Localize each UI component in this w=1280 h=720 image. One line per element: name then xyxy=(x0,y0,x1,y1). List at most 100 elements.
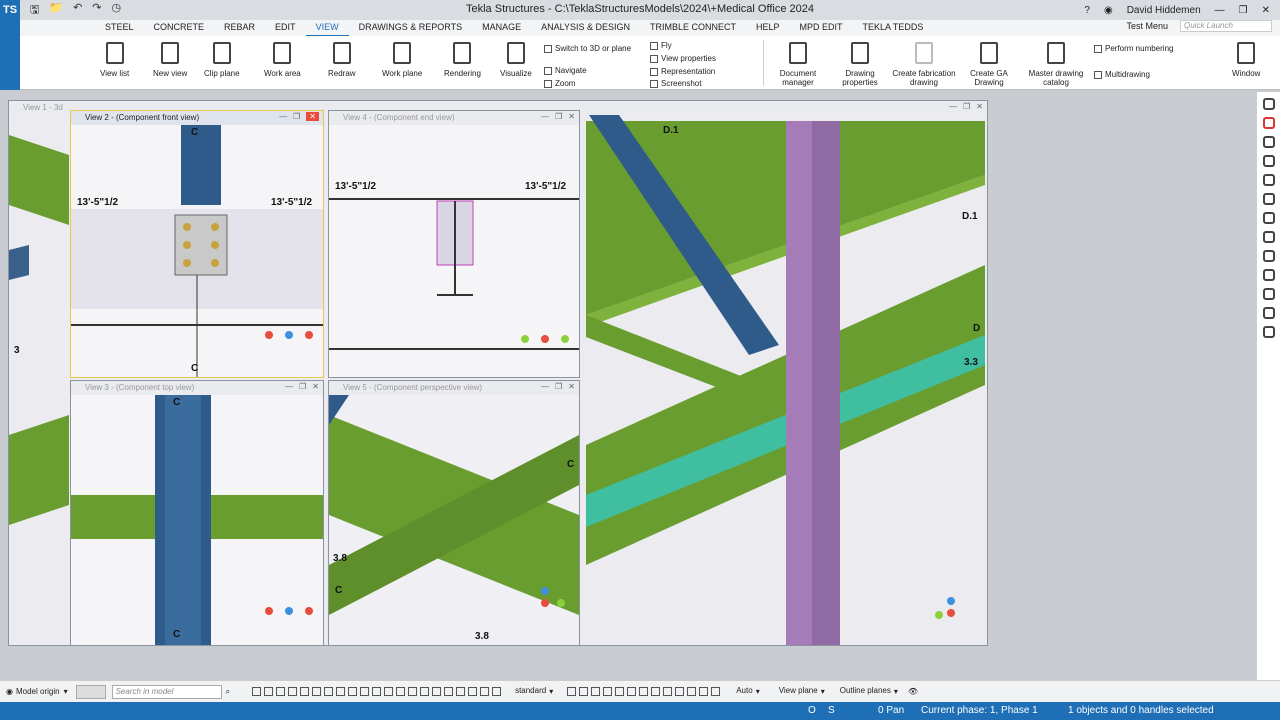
maximize-view-button[interactable]: ❐ xyxy=(555,382,562,391)
cloud-icon[interactable] xyxy=(1262,212,1275,224)
menu-item-trimble-connect[interactable]: TRIMBLE CONNECT xyxy=(640,19,746,37)
minimize-view-button[interactable]: — xyxy=(949,102,957,111)
menu-item-manage[interactable]: MANAGE xyxy=(472,19,531,37)
visualize-button[interactable]: Visualize xyxy=(500,42,532,78)
help-icon[interactable]: ? xyxy=(1084,5,1090,16)
menu-item-drawings-reports[interactable]: DRAWINGS & REPORTS xyxy=(349,19,473,37)
screenshot-button[interactable]: Screenshot xyxy=(650,79,701,88)
maximize-button[interactable]: ❐ xyxy=(1239,5,1248,16)
select-all-icon[interactable] xyxy=(264,687,274,696)
perform-numbering-button[interactable]: Perform numbering xyxy=(1094,44,1173,53)
select-assemblies-icon[interactable] xyxy=(408,687,418,696)
select-loads-icon[interactable] xyxy=(444,687,454,696)
select-surfaces-icon[interactable] xyxy=(288,687,298,696)
view-properties-button[interactable]: View properties xyxy=(650,54,716,63)
menu-item-mpd-edit[interactable]: MPD EDIT xyxy=(790,19,853,37)
open-icon[interactable]: 📁 xyxy=(49,1,63,20)
quick-launch-input[interactable]: Quick Launch xyxy=(1180,20,1272,32)
close-view-button[interactable]: ✕ xyxy=(306,112,319,121)
view-4-end[interactable]: View 4 - (Component end view) — ❐ ✕ 13'-5"… xyxy=(328,110,580,378)
history-icon[interactable]: ◷ xyxy=(112,1,122,20)
view-3-top[interactable]: View 3 - (Component top view) — ❐ ✕ C C xyxy=(70,380,324,646)
settings-icon[interactable] xyxy=(1262,231,1275,243)
close-view-button[interactable]: ✕ xyxy=(568,112,575,121)
snap-reference-icon[interactable] xyxy=(567,687,577,696)
outline-planes-dropdown[interactable]: Outline planes xyxy=(837,685,894,699)
select-welds-icon[interactable] xyxy=(324,687,334,696)
chevron-down-icon[interactable]: ▾ xyxy=(894,687,898,696)
link-icon[interactable] xyxy=(1262,136,1275,148)
maximize-view-button[interactable]: ❐ xyxy=(555,112,562,121)
snap-nearest-icon[interactable] xyxy=(651,687,661,696)
zoom-button[interactable]: Zoom xyxy=(544,79,575,88)
menu-item-analysis-design[interactable]: ANALYSIS & DESIGN xyxy=(531,19,640,37)
view-2-front[interactable]: View 2 - (Component front view) — ❐ ✕ 13'-… xyxy=(70,110,324,378)
standard-dropdown[interactable]: standard xyxy=(512,685,549,699)
master-drawing-catalog-button[interactable]: Master drawing catalog xyxy=(1028,42,1084,87)
close-view-button[interactable]: ✕ xyxy=(568,382,575,391)
model-origin-dropdown[interactable]: Model origin xyxy=(16,687,60,696)
select-filter-icon[interactable] xyxy=(468,687,478,696)
view-4-canvas[interactable]: 13'-5"1/2 13'-5"1/2 xyxy=(329,125,579,377)
menu-item-steel[interactable]: STEEL xyxy=(95,19,144,37)
tekla-logo-icon[interactable]: TS xyxy=(0,0,20,20)
multidrawing-button[interactable]: Multidrawing xyxy=(1094,70,1150,79)
chevron-down-icon[interactable]: ▾ xyxy=(821,687,825,696)
document-icon[interactable] xyxy=(1262,326,1275,338)
close-button[interactable]: ✕ xyxy=(1262,5,1270,16)
select-icon[interactable] xyxy=(252,687,262,696)
view-list-button[interactable]: View list xyxy=(100,42,129,78)
switch-3d-plane-button[interactable]: Switch to 3D or plane xyxy=(544,44,631,53)
menu-item-tekla-tedds[interactable]: TEKLA TEDDS xyxy=(853,19,934,37)
chevron-down-icon[interactable]: ▾ xyxy=(756,687,760,696)
view-2-canvas[interactable]: 13'-5"1/2 13'-5"1/2 C C xyxy=(71,125,323,377)
menu-item-concrete[interactable]: CONCRETE xyxy=(144,19,215,37)
create-fabrication-drawing-button[interactable]: Create fabrication drawing xyxy=(892,42,956,87)
window-button[interactable]: Window xyxy=(1232,42,1260,78)
auto-dropdown[interactable]: Auto xyxy=(733,685,755,699)
snap-intersection-icon[interactable] xyxy=(603,687,613,696)
select-references-icon[interactable] xyxy=(456,687,466,696)
maximize-view-button[interactable]: ❐ xyxy=(293,112,300,121)
menu-item-edit[interactable]: EDIT xyxy=(265,19,306,37)
hat-icon[interactable] xyxy=(1262,174,1275,186)
clip-plane-button[interactable]: Clip plane xyxy=(204,42,240,78)
representation-button[interactable]: Representation xyxy=(650,67,715,76)
minimize-view-button[interactable]: — xyxy=(541,112,549,121)
eye-icon[interactable]: 👁 xyxy=(908,687,918,696)
new-view-button[interactable]: New view xyxy=(153,42,187,78)
drawing-properties-button[interactable]: Drawing properties xyxy=(840,42,880,87)
minimize-view-button[interactable]: — xyxy=(285,382,293,391)
save-icon[interactable]: 🖫 xyxy=(30,1,39,20)
view-5-canvas[interactable]: C C 3.8 3.8 xyxy=(329,395,579,645)
document-manager-button[interactable]: Document manager xyxy=(778,42,818,87)
select-bolts-icon[interactable] xyxy=(336,687,346,696)
tag-icon[interactable] xyxy=(1262,307,1275,319)
snap-free-icon[interactable] xyxy=(639,687,649,696)
user-name[interactable]: David Hiddemen xyxy=(1127,5,1201,16)
snap-perpendicular-icon[interactable] xyxy=(615,687,625,696)
minimize-button[interactable]: — xyxy=(1215,5,1225,16)
select-points-icon[interactable] xyxy=(372,687,382,696)
select-rebars-icon[interactable] xyxy=(384,687,394,696)
cube-icon[interactable] xyxy=(1262,250,1275,262)
snap-midpoint-icon[interactable] xyxy=(591,687,601,696)
select-planes-icon[interactable] xyxy=(360,687,370,696)
select-objects-icon[interactable] xyxy=(420,687,430,696)
select-grid-lines-icon[interactable] xyxy=(480,687,490,696)
select-details-icon[interactable] xyxy=(492,687,502,696)
snap-line-icon[interactable] xyxy=(627,687,637,696)
select-components-icon[interactable] xyxy=(300,687,310,696)
snap-center-icon[interactable] xyxy=(663,687,673,696)
menu-item-view[interactable]: VIEW xyxy=(305,19,349,37)
chevron-down-icon[interactable]: ▾ xyxy=(549,687,553,696)
globe-icon[interactable] xyxy=(1262,193,1275,205)
redraw-button[interactable]: Redraw xyxy=(328,42,356,78)
close-view-button[interactable]: ✕ xyxy=(312,382,319,391)
menu-item-help[interactable]: HELP xyxy=(746,19,790,37)
undo-icon[interactable]: ↶ xyxy=(73,1,82,20)
work-plane-button[interactable]: Work plane xyxy=(382,42,422,78)
maximize-view-button[interactable]: ❐ xyxy=(963,102,970,111)
test-menu[interactable]: Test Menu xyxy=(1126,21,1168,31)
search-model-input[interactable]: Search in model xyxy=(111,684,222,699)
